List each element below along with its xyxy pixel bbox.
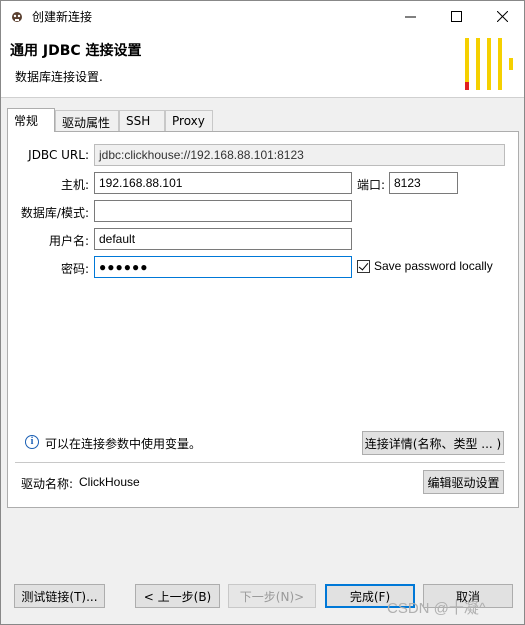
password-label: 密码: <box>60 262 89 276</box>
tab-driver-properties[interactable]: 驱动属性 <box>55 110 119 131</box>
jdbc-url-field[interactable]: jdbc:clickhouse://192.168.88.101:8123 <box>94 144 505 166</box>
close-icon <box>496 10 508 22</box>
port-field[interactable]: 8123 <box>389 172 458 194</box>
connection-details-button[interactable]: 连接详情(名称、类型 ... ) <box>362 431 504 455</box>
test-connection-button[interactable]: 测试链接(T)... <box>14 584 105 608</box>
host-field[interactable]: 192.168.88.101 <box>94 172 352 194</box>
page-title: 通用 JDBC 连接设置 <box>10 43 142 59</box>
username-field[interactable]: default <box>94 228 352 250</box>
jdbc-url-label: JDBC URL: <box>28 148 89 162</box>
minimize-icon <box>404 16 416 17</box>
page-subtitle: 数据库连接设置. <box>15 70 103 84</box>
dialog-window: 创建新连接 通用 JDBC 连接设置 数据库连接设置. 常规 驱动属性 SSH … <box>0 0 525 625</box>
save-password-label: Save password locally <box>374 259 493 273</box>
username-label: 用户名: <box>48 234 89 248</box>
dbeaver-app-icon <box>12 12 22 22</box>
divider <box>15 462 505 463</box>
close-button[interactable] <box>479 1 525 31</box>
minimize-button[interactable] <box>387 1 433 31</box>
next-button[interactable]: 下一步(N)> <box>228 584 316 608</box>
maximize-icon <box>450 10 462 22</box>
edit-driver-settings-button[interactable]: 编辑驱动设置 <box>423 470 504 494</box>
tab-general[interactable]: 常规 <box>7 108 55 132</box>
clickhouse-logo-icon <box>465 38 513 90</box>
info-icon: i <box>25 435 39 449</box>
header-banner: 通用 JDBC 连接设置 数据库连接设置. <box>1 31 524 98</box>
back-button[interactable]: < 上一步(B) <box>135 584 220 608</box>
database-field[interactable] <box>94 200 352 222</box>
watermark: CSDN @十凝^ <box>387 600 486 617</box>
window-title: 创建新连接 <box>32 10 93 24</box>
database-label: 数据库/模式: <box>20 206 89 220</box>
driver-name-label: 驱动名称: <box>21 477 74 491</box>
password-field[interactable]: ●●●●●● <box>94 256 352 278</box>
port-label: 端口: <box>356 178 385 192</box>
tab-ssh[interactable]: SSH <box>119 110 165 131</box>
host-label: 主机: <box>60 178 89 192</box>
driver-name-value: ClickHouse <box>79 475 140 489</box>
save-password-checkbox-row[interactable]: Save password locally <box>357 259 493 273</box>
tab-proxy[interactable]: Proxy <box>165 110 213 131</box>
save-password-checkbox[interactable] <box>357 259 370 273</box>
variables-hint: 可以在连接参数中使用变量。 <box>45 437 202 451</box>
title-bar: 创建新连接 <box>1 1 524 31</box>
maximize-button[interactable] <box>433 1 479 31</box>
